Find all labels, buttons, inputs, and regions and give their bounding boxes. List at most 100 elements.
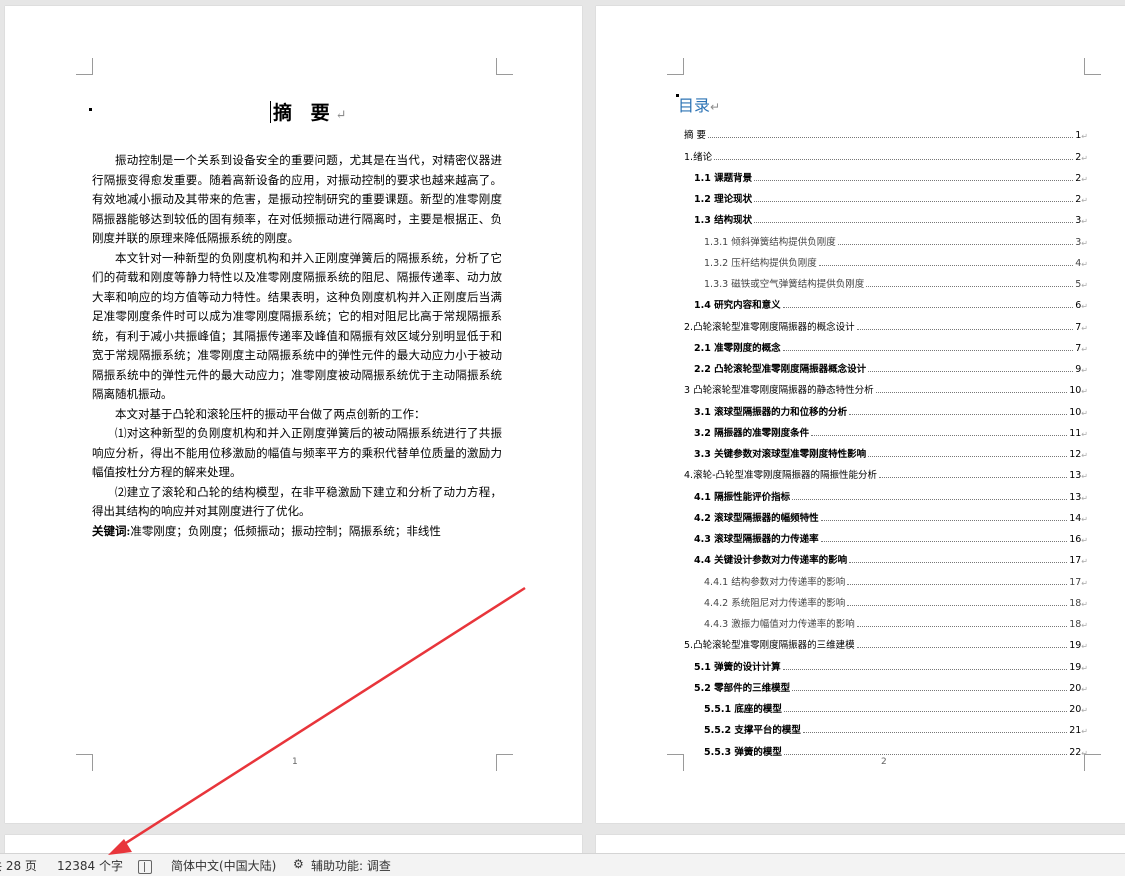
toc-entry[interactable]: 3.2 隔振器的准零刚度条件 11 ↵ (684, 418, 1088, 439)
toc-entry[interactable]: 5.1 弹簧的设计计算 19 ↵ (684, 651, 1088, 673)
document-page-4[interactable] (596, 835, 1125, 855)
toc-entry-text: 4.2 滚球型隔振器的幅频特性 (694, 512, 819, 524)
document-page-2[interactable]: 目录↵ 摘 要 1 ↵ 1.绪论 2 ↵ 1.1 课题背景 2 ↵ 1.2 理论现状 2 ↵ 1.3 结… (596, 6, 1125, 823)
crop-mark (667, 58, 684, 75)
paragraph-mark-icon: ↵ (1081, 727, 1088, 737)
language-indicator[interactable]: 简体中文(中国大陆) (171, 857, 276, 874)
toc-title[interactable]: 目录↵ (678, 92, 720, 116)
toc-entry[interactable]: 4.滚轮-凸轮型准零刚度隔振器的隔振性能分析 13 ↵ (684, 460, 1088, 481)
crop-mark (76, 58, 93, 75)
toc-entry-text: 5.5.1 底座的模型 (704, 704, 782, 715)
toc-entry[interactable]: 1.3.2 压杆结构提供负刚度 4 ↵ (684, 248, 1088, 269)
toc-entry-text: 2.1 准零刚度的概念 (694, 342, 781, 354)
toc-entry[interactable]: 1.4 研究内容和意义 6 ↵ (684, 290, 1088, 311)
paragraph-mark-icon: ↵ (1081, 642, 1088, 652)
toc-entry[interactable]: 4.4.2 系统阻尼对力传递率的影响 18 ↵ (684, 588, 1088, 609)
abstract-title[interactable]: 摘 要↵ (270, 98, 370, 125)
toc-entry[interactable]: 2.2 凸轮滚轮型准零刚度隔振器概念设计 9 ↵ (684, 354, 1088, 375)
toc-entry[interactable]: 5.凸轮滚轮型准零刚度隔振器的三维建模 19 ↵ (684, 630, 1088, 651)
toc-entry-text: 1.绪论 (684, 151, 713, 163)
toc-leader (856, 328, 1074, 330)
toc-entry-text: 3.2 隔振器的准零刚度条件 (694, 427, 810, 439)
paragraph-mark-icon: ↵ (1081, 578, 1088, 588)
abstract-body[interactable]: 振动控制是一个关系到设备安全的重要问题，尤其是在当代，对精密仪器进行隔振变得愈发… (92, 152, 502, 542)
toc-entry-text: 2.凸轮滚轮型准零刚度隔振器的概念设计 (684, 321, 855, 333)
toc-entry[interactable]: 5.2 零部件的三维模型 20 ↵ (684, 673, 1088, 694)
toc-page-number: 13 (1069, 470, 1082, 482)
page-number: 2 (881, 757, 887, 767)
paragraph-mark-icon: ↵ (1081, 663, 1088, 673)
toc-entry[interactable]: 1.绪论 2 ↵ (684, 141, 1088, 163)
toc-entry-text: 5.1 弹簧的设计计算 (694, 661, 781, 673)
toc-page-number: 10 (1069, 406, 1082, 418)
crop-mark (76, 754, 93, 771)
toc-entry[interactable]: 2.1 准零刚度的概念 7 ↵ (684, 333, 1088, 354)
toc-page-number: 20 (1069, 704, 1082, 715)
accessibility-status[interactable]: 辅助功能: 调查 (311, 857, 391, 874)
toc-entry[interactable]: 5.5.2 支撑平台的模型 21 ↵ (684, 715, 1088, 736)
word-count[interactable]: 12384 个字 (57, 857, 123, 874)
document-page-1[interactable]: 摘 要↵ 振动控制是一个关系到设备安全的重要问题，尤其是在当代，对精密仪器进行隔… (5, 6, 582, 823)
toc-entry[interactable]: 1.3.3 磁铁或空气弹簧结构提供负刚度 5 ↵ (684, 269, 1088, 290)
toc-entry[interactable]: 4.3 滚球型隔振器的力传递率 16 ↵ (684, 524, 1088, 545)
paragraph-mark-icon: ↵ (1081, 408, 1088, 418)
paragraph-mark-icon: ↵ (1081, 621, 1088, 630)
paragraph-mark-icon: ↵ (1081, 536, 1088, 545)
keywords-label: 关键词: (92, 525, 131, 538)
toc-entry[interactable]: 4.4 关键设计参数对力传递率的影响 17 ↵ (684, 545, 1088, 566)
document-page-3[interactable] (5, 835, 582, 855)
toc-entry[interactable]: 1.1 课题背景 2 ↵ (684, 163, 1088, 184)
paragraph-mark-icon: ↵ (1081, 259, 1088, 269)
toc-entry[interactable]: 摘 要 1 ↵ (684, 120, 1088, 141)
toc-leader (847, 604, 1068, 606)
toc-entry[interactable]: 4.1 隔振性能评价指标 13 ↵ (684, 481, 1088, 503)
toc-entry-text: 3.3 关键参数对滚球型准零刚度特性影响 (694, 449, 867, 460)
paragraph-mark-icon: ↵ (710, 100, 721, 114)
toc-entry[interactable]: 4.4.1 结构参数对力传递率的影响 17 ↵ (684, 566, 1088, 588)
toc-leader (856, 626, 1068, 627)
toc-entry[interactable]: 5.5.1 底座的模型 20 ↵ (684, 694, 1088, 715)
toc-entry[interactable]: 3.1 滚球型隔振器的力和位移的分析 10 ↵ (684, 396, 1088, 418)
paragraph-mark-icon: ↵ (1081, 493, 1088, 503)
toc-leader (782, 307, 1074, 309)
keywords-text: 准零刚度；负刚度；低频振动；振动控制；隔振系统；非线性 (130, 525, 441, 538)
toc-page-number: 17 (1069, 555, 1082, 567)
toc-entry-text: 3 凸轮滚轮型准零刚度隔振器的静态特性分析 (684, 385, 874, 397)
toc-leader (754, 201, 1074, 202)
toc-page-number: 16 (1069, 534, 1082, 545)
toc-leader (856, 647, 1068, 649)
page-count[interactable]: 共 28 页 (0, 857, 37, 874)
toc-page-number: 11 (1069, 427, 1082, 439)
keywords-line: 关键词:准零刚度；负刚度；低频振动；振动控制；隔振系统；非线性 (92, 523, 502, 543)
toc-page-number: 18 (1069, 619, 1082, 630)
toc-entry[interactable]: 5.5.3 弹簧的模型 22 ↵ (684, 736, 1088, 758)
accessibility-icon[interactable]: ⚙ (293, 857, 304, 871)
toc-leader (818, 264, 1074, 266)
toc-leader (820, 519, 1068, 521)
toc-page-number: 21 (1069, 725, 1082, 737)
toc-entry-text: 2.2 凸轮滚轮型准零刚度隔振器概念设计 (694, 364, 867, 375)
toc-entry[interactable]: 1.3 结构现状 3 ↵ (684, 205, 1088, 226)
toc-entry[interactable]: 3 凸轮滚轮型准零刚度隔振器的静态特性分析 10 ↵ (684, 375, 1088, 396)
toc-entry[interactable]: 4.4.3 激振力幅值对力传递率的影响 18 ↵ (684, 609, 1088, 630)
toc-leader (847, 583, 1068, 585)
paragraph-mark-icon: ↵ (1081, 557, 1088, 567)
toc-leader (879, 477, 1068, 479)
toc-leader (811, 434, 1068, 436)
toc-leader (782, 349, 1074, 351)
toc-leader (849, 562, 1068, 564)
toc-entry[interactable]: 1.3.1 倾斜弹簧结构提供负刚度 3 ↵ (684, 226, 1088, 248)
paragraph-mark-icon: ↵ (1081, 174, 1088, 184)
toc-entry[interactable]: 1.2 理论现状 2 ↵ (684, 184, 1088, 205)
page-number: 1 (292, 757, 298, 767)
toc-entry-text: 3.1 滚球型隔振器的力和位移的分析 (694, 406, 848, 418)
toc-entry-text: 4.4.2 系统阻尼对力传递率的影响 (704, 597, 846, 609)
toc-page-number: 13 (1069, 491, 1082, 503)
toc-entry[interactable]: 2.凸轮滚轮型准零刚度隔振器的概念设计 7 ↵ (684, 311, 1088, 333)
toc-entry[interactable]: 3.3 关键参数对滚球型准零刚度特性影响 12 ↵ (684, 439, 1088, 460)
paragraph-mark-icon: ↵ (1081, 217, 1088, 227)
paragraph-mark-icon: ↵ (1081, 302, 1088, 312)
toc-leader (783, 711, 1068, 712)
toc-entry-text: 1.3.2 压杆结构提供负刚度 (704, 257, 817, 269)
toc-entry[interactable]: 4.2 滚球型隔振器的幅频特性 14 ↵ (684, 503, 1088, 524)
